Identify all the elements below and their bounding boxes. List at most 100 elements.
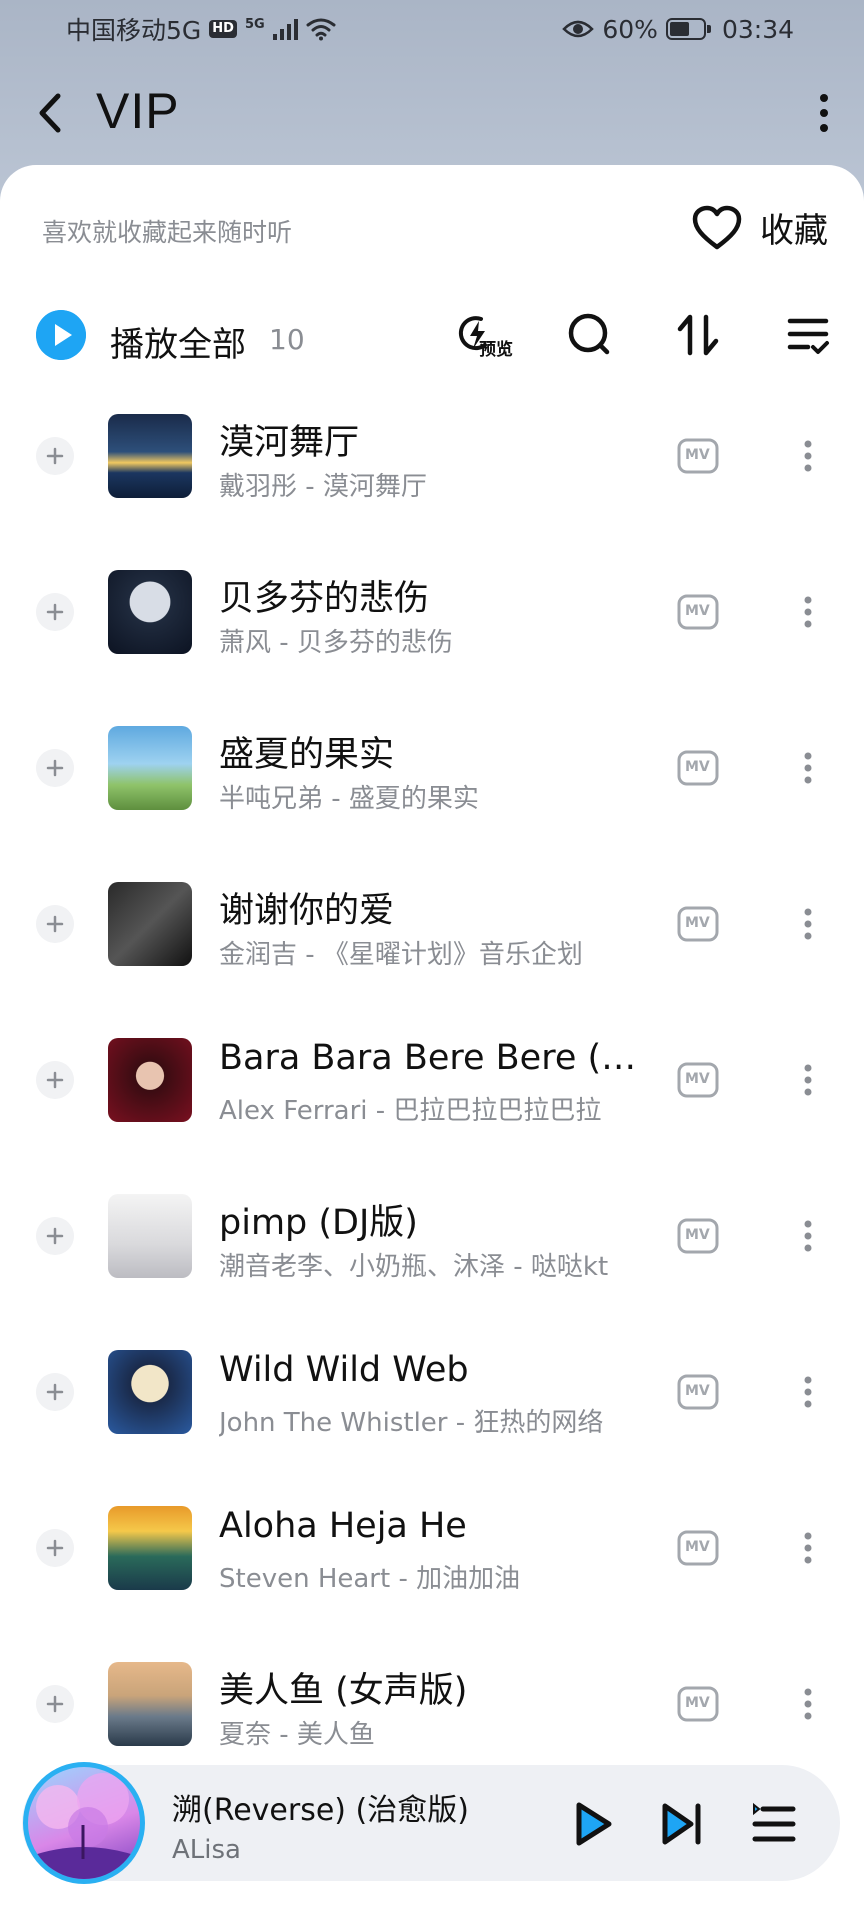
song-title[interactable]: 美人鱼 (女声版): [219, 1662, 639, 1713]
song-title[interactable]: 漠河舞厅: [219, 414, 639, 465]
plus-icon[interactable]: [36, 905, 74, 943]
play-icon[interactable]: [565, 1797, 619, 1851]
song-artist-album[interactable]: 潮音老李、小奶瓶、沐泽 - 哒哒kt: [219, 1246, 659, 1283]
song-title[interactable]: 贝多芬的悲伤: [219, 570, 639, 621]
more-vertical-icon[interactable]: [792, 1216, 824, 1256]
plus-icon[interactable]: [36, 1529, 74, 1567]
song-title[interactable]: Aloha Heja He: [219, 1506, 639, 1546]
song-artist-album[interactable]: 半吨兄弟 - 盛夏的果实: [219, 778, 659, 815]
mv-button[interactable]: MV: [676, 904, 720, 944]
album-cover[interactable]: [108, 570, 192, 654]
mv-button[interactable]: MV: [676, 1060, 720, 1100]
more-vertical-icon[interactable]: [792, 436, 824, 476]
album-cover[interactable]: [108, 414, 192, 498]
now-playing-artist[interactable]: ALisa: [172, 1835, 241, 1865]
cover-art-image: [28, 1773, 140, 1879]
song-artist-album[interactable]: 金润吉 - 《星曜计划》音乐企划: [219, 934, 659, 971]
mini-player[interactable]: 溯(Reverse) (治愈版) ALisa: [22, 1762, 840, 1884]
bottom-safe-area: [0, 1890, 864, 1920]
back-arrow-icon[interactable]: [26, 88, 76, 138]
sort-icon[interactable]: [668, 307, 728, 363]
song-artist-album[interactable]: 戴羽彤 - 漠河舞厅: [219, 466, 659, 503]
song-title[interactable]: 谢谢你的爱: [219, 882, 639, 933]
play-all-icon[interactable]: [36, 310, 86, 360]
multi-select-icon[interactable]: [778, 307, 838, 363]
album-cover[interactable]: [108, 1662, 192, 1746]
favorite-button[interactable]: 收藏: [692, 203, 828, 252]
song-count: 10: [269, 323, 305, 356]
album-cover[interactable]: [108, 1506, 192, 1590]
plus-icon[interactable]: [36, 1685, 74, 1723]
song-row[interactable]: Bara Bara Bere Bere (D... Alex Ferrari -…: [0, 1002, 864, 1158]
plus-icon[interactable]: [36, 593, 74, 631]
song-row[interactable]: Aloha Heja He Steven Heart - 加油加油 MV: [0, 1470, 864, 1626]
mv-label: MV: [685, 1695, 710, 1711]
song-row[interactable]: 美人鱼 (女声版) 夏奈 - 美人鱼 MV: [0, 1626, 864, 1782]
mv-button[interactable]: MV: [676, 748, 720, 788]
favorite-label: 收藏: [760, 211, 828, 251]
mv-label: MV: [685, 1383, 710, 1399]
playlist-toolbar: 播放全部 10 预览: [0, 285, 864, 375]
mv-label: MV: [685, 1071, 710, 1087]
song-artist-album[interactable]: John The Whistler - 狂热的网络: [219, 1402, 659, 1439]
song-row[interactable]: 谢谢你的爱 金润吉 - 《星曜计划》音乐企划 MV: [0, 846, 864, 1002]
mv-label: MV: [685, 915, 710, 931]
playlist-queue-icon[interactable]: [747, 1797, 801, 1851]
album-cover[interactable]: [108, 1350, 192, 1434]
song-artist-album[interactable]: 夏奈 - 美人鱼: [219, 1714, 659, 1751]
song-artist-album[interactable]: Steven Heart - 加油加油: [219, 1558, 659, 1595]
now-playing-cover[interactable]: [23, 1762, 145, 1884]
page-header: VIP: [0, 70, 864, 156]
album-cover[interactable]: [108, 726, 192, 810]
now-playing-title[interactable]: 溯(Reverse) (治愈版): [172, 1785, 469, 1829]
mv-label: MV: [685, 759, 710, 775]
mv-label: MV: [685, 447, 710, 463]
more-vertical-icon[interactable]: [792, 904, 824, 944]
song-list: 漠河舞厅 戴羽彤 - 漠河舞厅 MV 贝多芬的悲伤 萧风 - 贝多芬的悲伤 MV…: [0, 378, 864, 1782]
song-row[interactable]: 盛夏的果实 半吨兄弟 - 盛夏的果实 MV: [0, 690, 864, 846]
more-vertical-icon[interactable]: [792, 1060, 824, 1100]
album-cover[interactable]: [108, 882, 192, 966]
mv-button[interactable]: MV: [676, 1372, 720, 1412]
song-row[interactable]: pimp (DJ版) 潮音老李、小奶瓶、沐泽 - 哒哒kt MV: [0, 1158, 864, 1314]
song-title[interactable]: 盛夏的果实: [219, 726, 639, 777]
plus-icon[interactable]: [36, 749, 74, 787]
album-cover[interactable]: [108, 1038, 192, 1122]
song-row[interactable]: 贝多芬的悲伤 萧风 - 贝多芬的悲伤 MV: [0, 534, 864, 690]
song-row[interactable]: Wild Wild Web John The Whistler - 狂热的网络 …: [0, 1314, 864, 1470]
preview-button[interactable]: 预览: [455, 307, 527, 363]
more-vertical-icon[interactable]: [792, 592, 824, 632]
song-artist-album[interactable]: Alex Ferrari - 巴拉巴拉巴拉巴拉: [219, 1090, 659, 1127]
song-artist-album[interactable]: 萧风 - 贝多芬的悲伤: [219, 622, 659, 659]
mv-label: MV: [685, 1539, 710, 1555]
heart-icon: [692, 205, 742, 249]
mv-button[interactable]: MV: [676, 436, 720, 476]
mv-button[interactable]: MV: [676, 1528, 720, 1568]
status-bar: 中国移动5G HD 5G 60% 03:34: [0, 0, 864, 58]
song-title[interactable]: Wild Wild Web: [219, 1350, 639, 1390]
preview-label: 预览: [479, 340, 513, 360]
more-vertical-icon[interactable]: [804, 88, 844, 138]
plus-icon[interactable]: [36, 1373, 74, 1411]
wifi-icon: [306, 18, 336, 41]
play-all-button[interactable]: 播放全部: [110, 317, 246, 366]
mv-button[interactable]: MV: [676, 1216, 720, 1256]
mv-label: MV: [685, 603, 710, 619]
song-title[interactable]: Bara Bara Bere Bere (D...: [219, 1038, 639, 1078]
favorite-row: 喜欢就收藏起来随时听 收藏: [0, 165, 864, 265]
more-vertical-icon[interactable]: [792, 1528, 824, 1568]
more-vertical-icon[interactable]: [792, 1684, 824, 1724]
more-vertical-icon[interactable]: [792, 1372, 824, 1412]
next-track-icon[interactable]: [655, 1797, 709, 1851]
mv-button[interactable]: MV: [676, 1684, 720, 1724]
clock: 03:34: [721, 14, 794, 44]
mv-button[interactable]: MV: [676, 592, 720, 632]
plus-icon[interactable]: [36, 1061, 74, 1099]
more-vertical-icon[interactable]: [792, 748, 824, 788]
search-icon[interactable]: [560, 307, 620, 363]
album-cover[interactable]: [108, 1194, 192, 1278]
song-title[interactable]: pimp (DJ版): [219, 1194, 639, 1245]
plus-icon[interactable]: [36, 437, 74, 475]
song-row[interactable]: 漠河舞厅 戴羽彤 - 漠河舞厅 MV: [0, 378, 864, 534]
plus-icon[interactable]: [36, 1217, 74, 1255]
